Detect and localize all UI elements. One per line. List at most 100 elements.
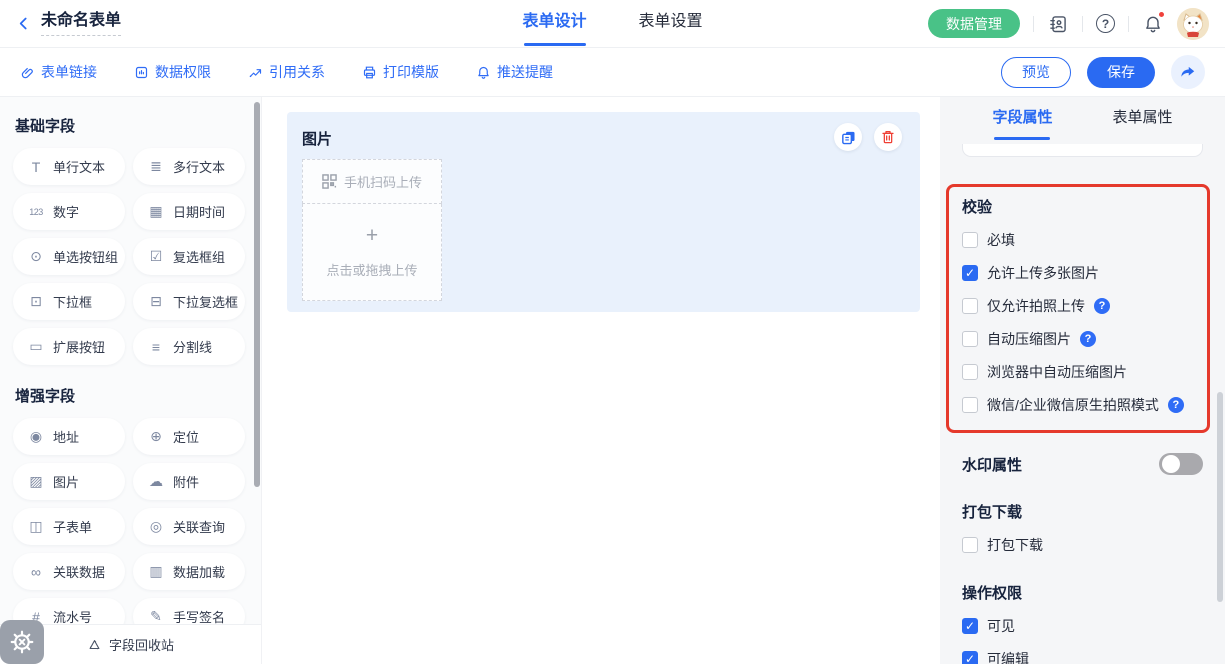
basic-fields-grid: T单行文本 ≣多行文本 123数字 ▦日期时间 ⊙单选按钮组 ☑复选框组 ⊡下拉… [13,148,245,365]
tab-form-properties[interactable]: 表单属性 [1113,97,1173,143]
tab-form-design[interactable]: 表单设计 [520,0,588,48]
checkbox-row-editable[interactable]: 可编辑 [962,649,1203,664]
field-item-location[interactable]: ⊕定位 [133,418,245,455]
sidebar-scrollbar[interactable] [254,102,260,487]
checkbox[interactable] [962,397,978,413]
scan-upload-button[interactable]: 手机扫码上传 [302,159,442,204]
plus-icon: + [366,225,378,246]
checkbox-row-allow-multiple-images[interactable]: 允许上传多张图片 [962,263,1197,283]
header-actions: 数据管理 ? [928,8,1209,40]
checkbox-row-wechat-native-camera[interactable]: 微信/企业微信原生拍照模式 ? [962,395,1197,415]
partially-scrolled-input[interactable] [962,144,1203,157]
field-item-attachment[interactable]: ☁附件 [133,463,245,500]
tab-form-settings[interactable]: 表单设置 [637,0,705,48]
image-icon: ▨ [27,473,45,490]
user-avatar[interactable] [1177,8,1209,40]
print-template-button[interactable]: 打印模版 [362,62,439,82]
delete-field-button[interactable] [874,123,902,151]
selected-field-card-image[interactable]: 图片 [287,112,920,312]
panel-scrollbar[interactable] [1217,392,1223,602]
reference-relation-button[interactable]: 引用关系 [248,62,325,82]
toggle-knob [1162,455,1180,473]
checkbox-icon: ☑ [147,248,165,265]
field-item-radio-group[interactable]: ⊙单选按钮组 [13,238,125,275]
field-label: 图片 [302,128,905,149]
field-item-checkbox-group[interactable]: ☑复选框组 [133,238,245,275]
field-item-image[interactable]: ▨图片 [13,463,125,500]
field-item-dropdown[interactable]: ⊡下拉框 [13,283,125,320]
checkbox[interactable] [962,298,978,314]
checkbox[interactable] [962,232,978,248]
field-item-address[interactable]: ◉地址 [13,418,125,455]
push-reminder-button[interactable]: 推送提醒 [476,62,553,82]
multi-dropdown-icon: ⊟ [147,293,165,310]
field-item-single-line-text[interactable]: T单行文本 [13,148,125,185]
help-icon[interactable]: ? [1080,331,1096,347]
help-icon[interactable]: ? [1094,298,1110,314]
form-link-button[interactable]: 表单链接 [20,62,97,82]
watermark-title: 水印属性 [962,454,1022,475]
checkbox-row-visible[interactable]: 可见 [962,616,1203,636]
settings-gear-button[interactable] [0,620,44,664]
watermark-toggle[interactable] [1159,453,1203,475]
checkbox[interactable] [962,651,978,664]
validation-section-highlighted: 校验 必填 允许上传多张图片 仅允许拍照上传 ? 自动压缩图片 [946,184,1210,433]
bar-chart-icon: ▥ [147,563,165,580]
duplicate-field-button[interactable] [834,123,862,151]
chevron-left-icon [16,16,31,31]
chain-icon: ∞ [27,564,45,580]
extend-button-icon: ▭ [27,338,45,355]
form-title[interactable]: 未命名表单 [41,11,121,36]
field-item-datetime[interactable]: ▦日期时间 [133,193,245,230]
save-button[interactable]: 保存 [1087,57,1155,88]
tool-links: 表单链接 数据权限 引用关系 打印模版 [20,62,553,82]
field-item-number[interactable]: 123数字 [13,193,125,230]
form-toolbar: 表单链接 数据权限 引用关系 打印模版 [0,48,1225,97]
field-item-extend-button[interactable]: ▭扩展按钮 [13,328,125,365]
field-item-linked-query[interactable]: ◎关联查询 [133,508,245,545]
gear-icon [9,629,35,655]
help-icon[interactable]: ? [1096,14,1115,33]
data-manage-button[interactable]: 数据管理 [928,9,1020,38]
enhanced-fields-grid: ◉地址 ⊕定位 ▨图片 ☁附件 ◫子表单 ◎关联查询 ∞关联数据 ▥数据加载 #… [13,418,245,635]
preview-button[interactable]: 预览 [1001,57,1071,88]
image-upload-widget: 手机扫码上传 + 点击或拖拽上传 [302,159,442,301]
field-item-subform[interactable]: ◫子表单 [13,508,125,545]
number-icon: 123 [27,207,45,217]
address-book-icon[interactable] [1047,13,1069,35]
checkbox[interactable] [962,331,978,347]
click-or-drag-upload-area[interactable]: + 点击或拖拽上传 [302,204,442,301]
checkbox[interactable] [962,364,978,380]
field-item-divider-line[interactable]: ≡分割线 [133,328,245,365]
field-item-data-load[interactable]: ▥数据加载 [133,553,245,590]
form-designer-app: 未命名表单 表单设计 表单设置 数据管理 ? [0,0,1225,664]
multi-line-text-icon: ≣ [147,158,165,175]
checkbox-row-browser-auto-compress[interactable]: 浏览器中自动压缩图片 [962,362,1197,382]
enhanced-fields-title: 增强字段 [15,385,245,406]
field-item-multi-dropdown[interactable]: ⊟下拉复选框 [133,283,245,320]
help-icon[interactable]: ? [1168,397,1184,413]
field-item-linked-data[interactable]: ∞关联数据 [13,553,125,590]
share-button[interactable] [1171,55,1205,89]
field-item-multi-line-text[interactable]: ≣多行文本 [133,148,245,185]
checkbox-row-required[interactable]: 必填 [962,230,1197,250]
notification-dot [1158,11,1165,18]
checkbox[interactable] [962,537,978,553]
checkbox-row-auto-compress[interactable]: 自动压缩图片 ? [962,329,1197,349]
subform-icon: ◫ [27,518,45,535]
checkbox-row-camera-only[interactable]: 仅允许拍照上传 ? [962,296,1197,316]
checkbox[interactable] [962,618,978,634]
link-icon [20,65,35,80]
form-canvas[interactable]: 图片 [262,97,940,664]
map-pin-icon: ◉ [27,428,45,445]
back-button[interactable] [16,16,31,31]
printer-icon [362,65,377,80]
tab-field-properties[interactable]: 字段属性 [992,97,1052,143]
checkbox-row-package-download[interactable]: 打包下载 [962,535,1203,555]
notification-bell-icon[interactable] [1142,13,1164,35]
copy-icon [840,129,857,146]
dropdown-icon: ⊡ [27,293,45,310]
app-header: 未命名表单 表单设计 表单设置 数据管理 ? [0,0,1225,48]
checkbox[interactable] [962,265,978,281]
data-permission-button[interactable]: 数据权限 [134,62,211,82]
